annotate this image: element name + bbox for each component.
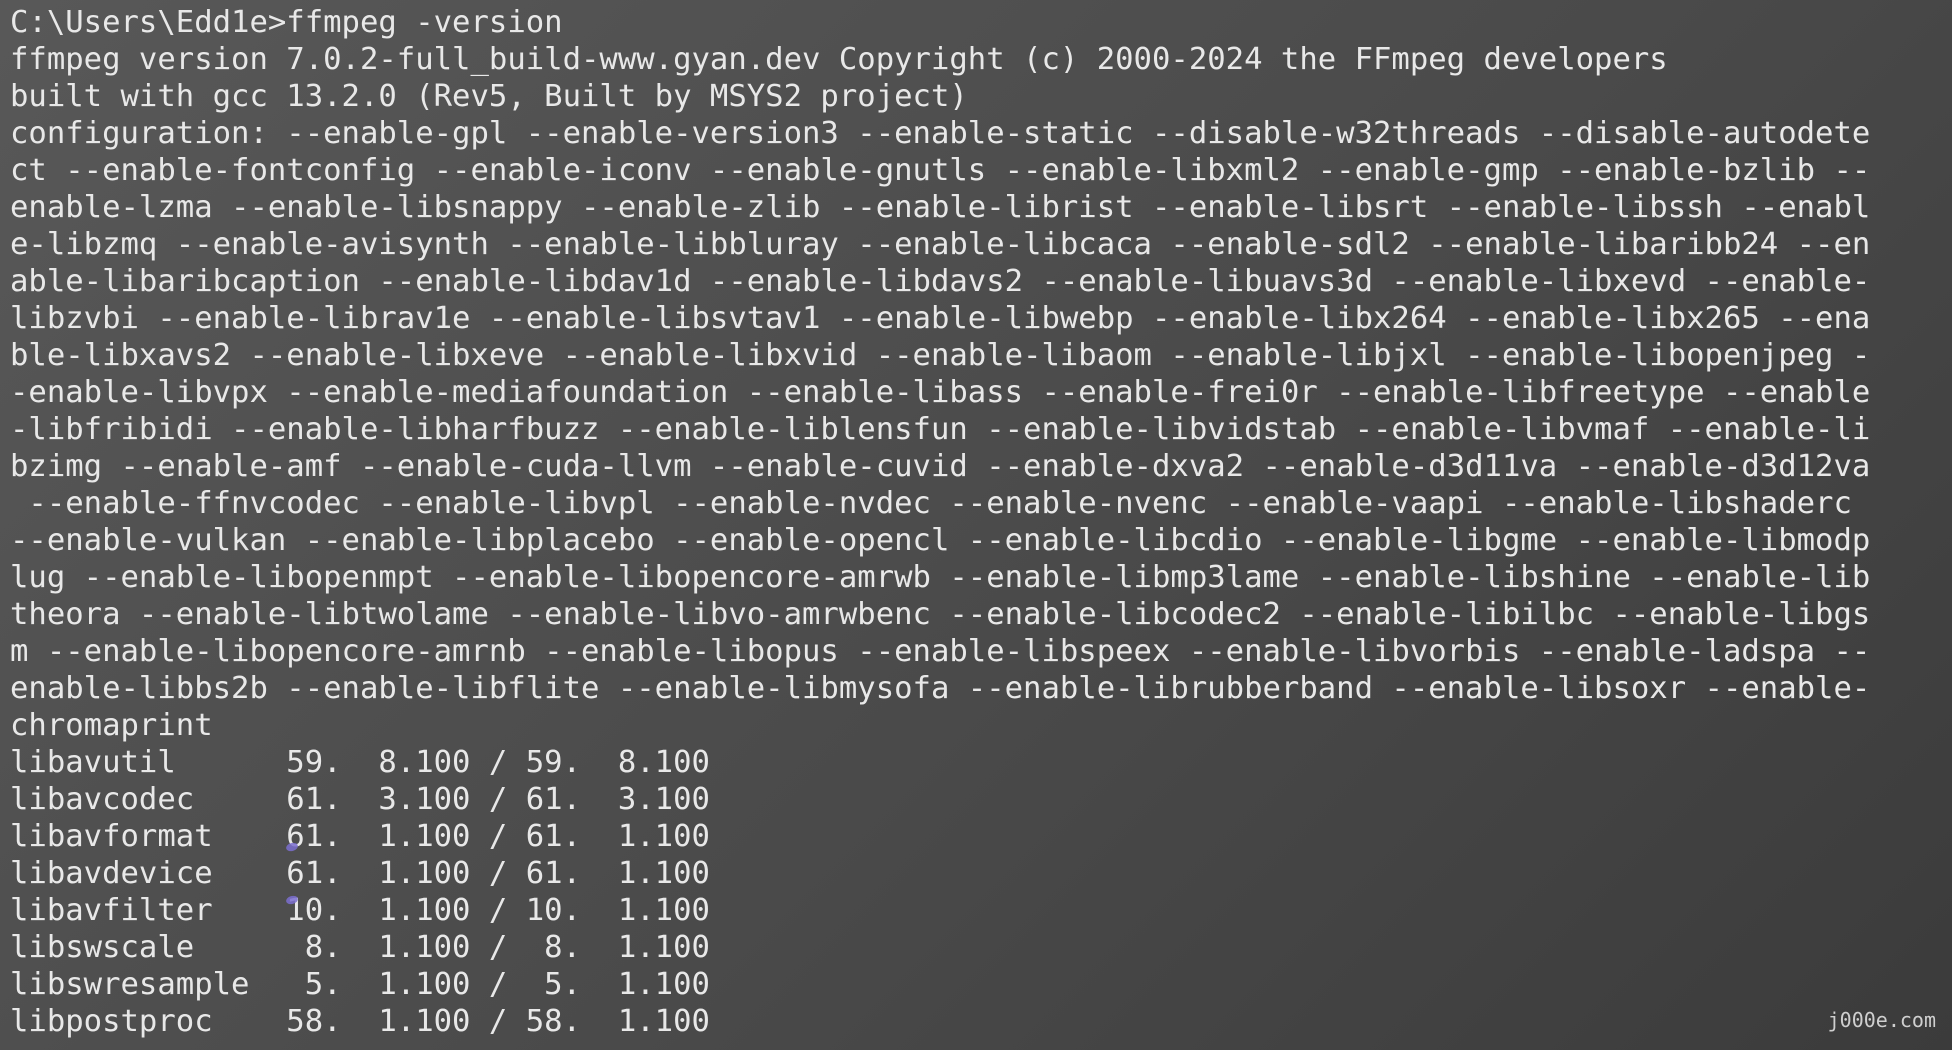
lib-version-line-libpostproc: libpostproc 58. 1.100 / 58. 1.100 [10, 1004, 710, 1039]
lib-version-line-libswscale: libswscale 8. 1.100 / 8. 1.100 [10, 930, 710, 965]
terminal-line: libzvbi --enable-librav1e --enable-libsv… [10, 301, 1871, 336]
terminal-line-prompt: C:\Users\Edd1e>ffmpeg -version [10, 5, 563, 40]
terminal-line: built with gcc 13.2.0 (Rev5, Built by MS… [10, 79, 968, 114]
terminal-line: --enable-vulkan --enable-libplacebo --en… [10, 523, 1871, 558]
terminal-line: chromaprint [10, 708, 213, 743]
terminal-line: enable-lzma --enable-libsnappy --enable-… [10, 190, 1871, 225]
lib-version-line-libavutil: libavutil 59. 8.100 / 59. 8.100 [10, 745, 710, 780]
terminal-line: -libfribidi --enable-libharfbuzz --enabl… [10, 412, 1871, 447]
lib-version-line-libswresample: libswresample 5. 1.100 / 5. 1.100 [10, 967, 710, 1002]
watermark: j000e.com [1827, 1008, 1936, 1032]
terminal-line: m --enable-libopencore-amrnb --enable-li… [10, 634, 1871, 669]
terminal-line: ble-libxavs2 --enable-libxeve --enable-l… [10, 338, 1871, 373]
terminal-line: theora --enable-libtwolame --enable-libv… [10, 597, 1871, 632]
terminal-line: configuration: --enable-gpl --enable-ver… [10, 116, 1871, 151]
terminal-window[interactable]: C:\Users\Edd1e>ffmpeg -version ffmpeg ver… [0, 0, 1952, 1050]
terminal-line: ffmpeg version 7.0.2-full_build-www.gyan… [10, 42, 1668, 77]
terminal-line: able-libaribcaption --enable-libdav1d --… [10, 264, 1871, 299]
terminal-output[interactable]: C:\Users\Edd1e>ffmpeg -version ffmpeg ver… [0, 0, 1952, 1040]
terminal-line: -enable-libvpx --enable-mediafoundation … [10, 375, 1871, 410]
terminal-line: e-libzmq --enable-avisynth --enable-libb… [10, 227, 1871, 262]
lib-version-line-libavfilter: libavfilter 10. 1.100 / 10. 1.100 [10, 893, 710, 928]
lib-version-line-libavformat: libavformat 61. 1.100 / 61. 1.100 [10, 819, 710, 854]
terminal-line: enable-libbs2b --enable-libflite --enabl… [10, 671, 1871, 706]
terminal-line: lug --enable-libopenmpt --enable-libopen… [10, 560, 1871, 595]
terminal-line: --enable-ffnvcodec --enable-libvpl --ena… [10, 486, 1852, 521]
lib-version-line-libavdevice: libavdevice 61. 1.100 / 61. 1.100 [10, 856, 710, 891]
lib-version-line-libavcodec: libavcodec 61. 3.100 / 61. 3.100 [10, 782, 710, 817]
terminal-line: bzimg --enable-amf --enable-cuda-llvm --… [10, 449, 1871, 484]
terminal-line: ct --enable-fontconfig --enable-iconv --… [10, 153, 1871, 188]
